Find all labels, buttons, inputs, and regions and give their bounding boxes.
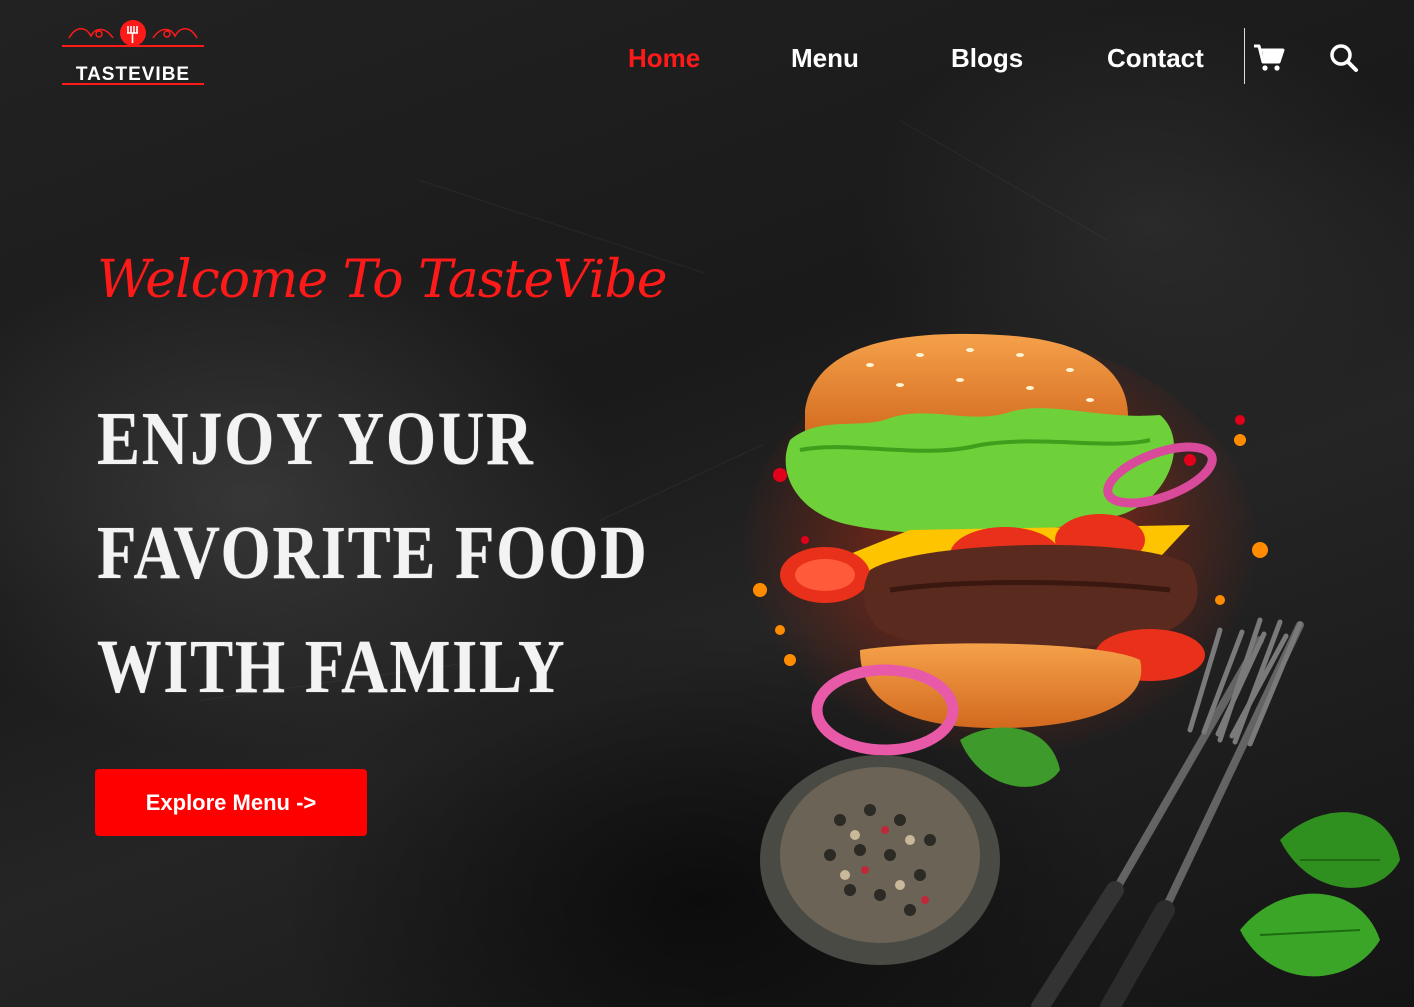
nav-link-home[interactable]: Home — [628, 40, 700, 76]
nav-divider — [1244, 28, 1245, 84]
nav-link-blogs[interactable]: Blogs — [951, 40, 1023, 76]
explore-menu-button[interactable]: Explore Menu -> — [95, 769, 367, 836]
cart-icon — [1254, 44, 1285, 71]
nav-link-menu[interactable]: Menu — [791, 40, 859, 76]
nav-link-contact[interactable]: Contact — [1107, 40, 1204, 76]
headline-line-2: FAVORITE FOOD — [97, 511, 649, 595]
burger-image — [740, 333, 1400, 1007]
welcome-script: Welcome To TasteVibe — [97, 250, 667, 310]
search-button[interactable] — [1326, 40, 1362, 76]
cart-button[interactable] — [1251, 40, 1287, 76]
headline-line-3: WITH FAMILY — [97, 625, 567, 709]
headline-line-1: ENJOY YOUR — [97, 397, 535, 481]
main-nav: Home Menu Blogs Contact — [0, 40, 1414, 80]
hero-headline: ENJOY YOUR FAVORITE FOOD WITH FAMILY — [97, 382, 657, 724]
search-icon — [1330, 44, 1358, 72]
logo-divider — [62, 83, 204, 85]
